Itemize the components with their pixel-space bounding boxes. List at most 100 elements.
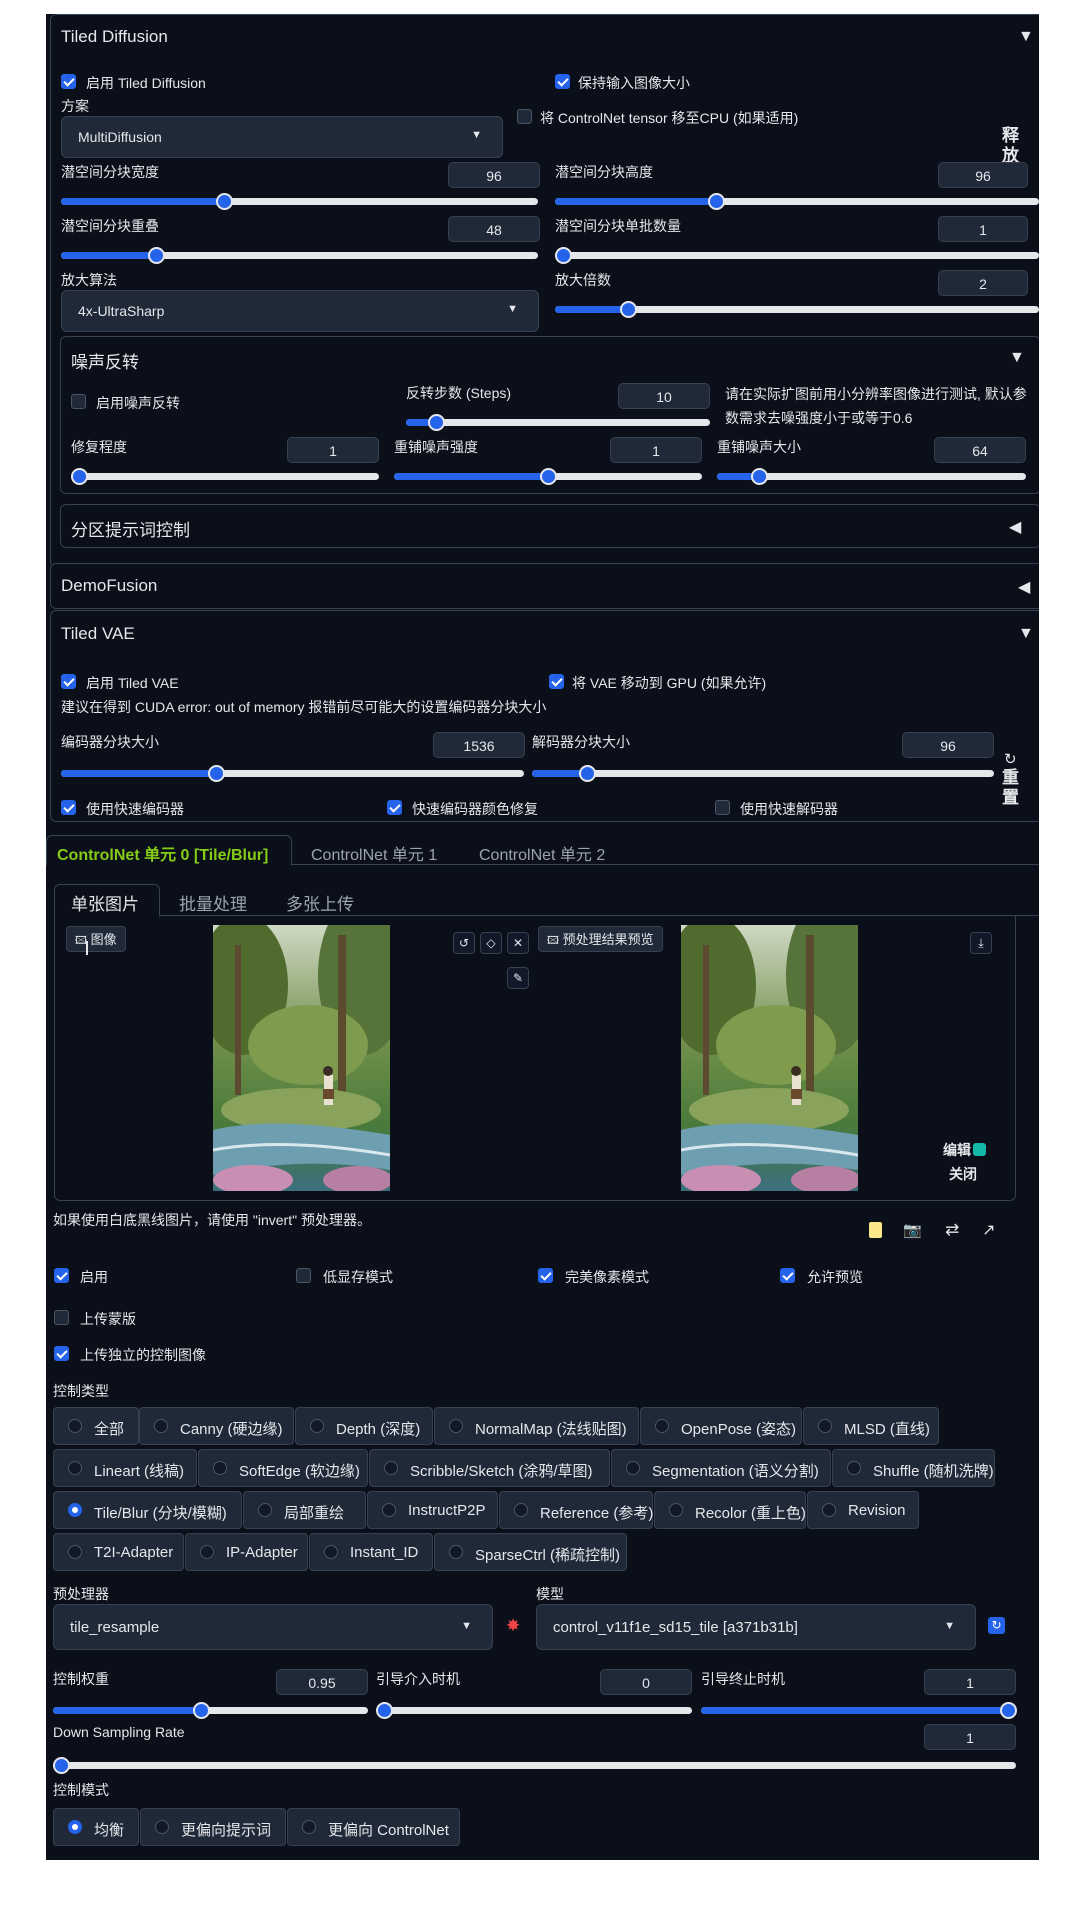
latent-batch-slider[interactable] (555, 247, 1039, 264)
control-type-normalmap[interactable]: NormalMap (法线贴图) (434, 1407, 639, 1445)
demofusion-accordion[interactable] (50, 563, 1039, 609)
slider-thumb[interactable] (193, 1702, 210, 1719)
edit-button[interactable]: 编辑 (943, 1140, 986, 1160)
low-vram-checkbox[interactable] (296, 1268, 311, 1283)
repair-slider[interactable] (71, 468, 379, 485)
renoise-size-slider[interactable] (717, 468, 1026, 485)
control-mode-controlnet[interactable]: 更偏向 ControlNet (287, 1808, 460, 1846)
slider-thumb[interactable] (555, 247, 572, 264)
fast-encoder-color-checkbox[interactable] (387, 800, 402, 815)
control-type-instructp2p[interactable]: InstructP2P (367, 1491, 498, 1529)
slider-thumb[interactable] (579, 765, 596, 782)
guidance-start-slider[interactable] (376, 1702, 692, 1719)
latent-overlap-slider[interactable] (61, 247, 538, 264)
tab-batch[interactable]: 批量处理 (179, 890, 247, 915)
camera-icon[interactable]: 📷 (903, 1221, 922, 1239)
renoise-size-input[interactable]: 64 (934, 437, 1026, 463)
control-mode-prompt[interactable]: 更偏向提示词 (140, 1808, 286, 1846)
swap-icon[interactable]: ⇄ (945, 1220, 959, 1240)
control-type-instant-id[interactable]: Instant_ID (309, 1533, 433, 1571)
tab-controlnet-unit-2[interactable]: ControlNet 单元 2 (479, 841, 605, 865)
brush-icon[interactable]: ✎ (507, 967, 529, 989)
renoise-strength-slider[interactable] (394, 468, 702, 485)
slider-thumb[interactable] (376, 1702, 393, 1719)
tab-controlnet-unit-1[interactable]: ControlNet 单元 1 (311, 841, 437, 865)
preprocessor-dropdown[interactable]: tile_resample ▼ (53, 1604, 493, 1650)
pixel-perfect-checkbox[interactable] (538, 1268, 553, 1283)
region-prompt-accordion[interactable] (60, 504, 1039, 548)
control-type-lineart[interactable]: Lineart (线稿) (53, 1449, 197, 1487)
input-image[interactable] (213, 925, 390, 1191)
slider-thumb[interactable] (620, 301, 637, 318)
noise-inversion-title[interactable]: 噪声反转 (71, 348, 139, 373)
fast-decoder-checkbox[interactable] (715, 800, 730, 815)
control-type-revision[interactable]: Revision (807, 1491, 919, 1529)
inversion-steps-input[interactable]: 10 (618, 383, 710, 409)
scale-input[interactable]: 2 (938, 270, 1028, 296)
slider-thumb[interactable] (216, 193, 233, 210)
latent-overlap-input[interactable]: 48 (448, 216, 540, 242)
encoder-tile-input[interactable]: 1536 (433, 732, 525, 758)
slider-thumb[interactable] (428, 414, 445, 431)
reset-button[interactable]: 重置 (1002, 768, 1024, 808)
expand-arrow-icon[interactable]: ◀ (1018, 577, 1030, 597)
slider-thumb[interactable] (540, 468, 557, 485)
enable-tiled-vae-checkbox[interactable] (61, 674, 76, 689)
collapse-arrow-icon[interactable]: ▼ (1009, 349, 1025, 367)
download-icon[interactable]: ⤓ (970, 932, 992, 954)
decoder-tile-input[interactable]: 96 (902, 732, 994, 758)
latent-width-slider[interactable] (61, 193, 538, 210)
control-type-canny[interactable]: Canny (硬边缘) (139, 1407, 294, 1445)
tiled-vae-title[interactable]: Tiled VAE (61, 624, 135, 644)
eraser-icon[interactable]: ◇ (480, 932, 502, 954)
slider-thumb[interactable] (708, 193, 725, 210)
control-type-mlsd[interactable]: MLSD (直线) (803, 1407, 939, 1445)
enable-checkbox[interactable] (54, 1268, 69, 1283)
control-type-segmentation[interactable]: Segmentation (语义分割) (611, 1449, 831, 1487)
inversion-steps-slider[interactable] (406, 414, 710, 431)
undo-icon[interactable]: ↺ (453, 932, 475, 954)
control-type-all[interactable]: 全部 (53, 1407, 139, 1445)
latent-width-input[interactable]: 96 (448, 162, 540, 188)
control-type-recolor[interactable]: Recolor (重上色) (654, 1491, 806, 1529)
slider-thumb[interactable] (71, 468, 88, 485)
scheme-dropdown[interactable]: MultiDiffusion ▼ (61, 116, 503, 158)
close-icon[interactable]: ✕ (507, 932, 529, 954)
latent-height-slider[interactable] (555, 193, 1039, 210)
model-dropdown[interactable]: control_v11f1e_sd15_tile [a371b31b] ▼ (536, 1604, 976, 1650)
slider-thumb[interactable] (751, 468, 768, 485)
expand-arrow-icon[interactable]: ◀ (1009, 517, 1021, 537)
control-type-reference[interactable]: Reference (参考) (499, 1491, 653, 1529)
control-type-t2i-adapter[interactable]: T2I-Adapter (53, 1533, 184, 1571)
control-type-inpaint[interactable]: 局部重绘 (243, 1491, 366, 1529)
control-type-openpose[interactable]: OpenPose (姿态) (640, 1407, 802, 1445)
upload-mask-checkbox[interactable] (54, 1310, 69, 1325)
move-vae-gpu-checkbox[interactable] (549, 674, 564, 689)
slider-thumb[interactable] (53, 1757, 70, 1774)
control-type-depth[interactable]: Depth (深度) (295, 1407, 433, 1445)
encoder-tile-slider[interactable] (61, 765, 524, 782)
renoise-strength-input[interactable]: 1 (610, 437, 702, 463)
latent-batch-input[interactable]: 1 (938, 216, 1028, 242)
control-type-sparsectrl[interactable]: SparseCtrl (稀疏控制) (434, 1533, 627, 1571)
guidance-start-input[interactable]: 0 (600, 1669, 692, 1695)
control-type-shuffle[interactable]: Shuffle (随机洗牌) (832, 1449, 995, 1487)
upscaler-dropdown[interactable]: 4x-UltraSharp ▼ (61, 290, 539, 332)
control-weight-input[interactable]: 0.95 (276, 1669, 368, 1695)
repair-input[interactable]: 1 (287, 437, 379, 463)
decoder-tile-slider[interactable] (532, 765, 994, 782)
free-side-label[interactable]: 释放 (1002, 126, 1024, 166)
send-icon[interactable]: ↗ (982, 1220, 995, 1240)
run-preprocessor-icon[interactable]: ✸ (506, 1616, 520, 1636)
control-type-softedge[interactable]: SoftEdge (软边缘) (198, 1449, 368, 1487)
control-type-ip-adapter[interactable]: IP-Adapter (185, 1533, 308, 1571)
fast-encoder-checkbox[interactable] (61, 800, 76, 815)
reset-icon[interactable]: ↻ (1004, 750, 1017, 768)
demofusion-title[interactable]: DemoFusion (61, 576, 157, 596)
collapse-arrow-icon[interactable]: ▼ (1018, 625, 1034, 643)
keep-input-size-checkbox[interactable] (555, 74, 570, 89)
collapse-arrow-icon[interactable]: ▼ (1018, 28, 1034, 46)
slider-thumb[interactable] (148, 247, 165, 264)
slider-thumb[interactable] (1000, 1702, 1017, 1719)
guidance-end-input[interactable]: 1 (924, 1669, 1016, 1695)
